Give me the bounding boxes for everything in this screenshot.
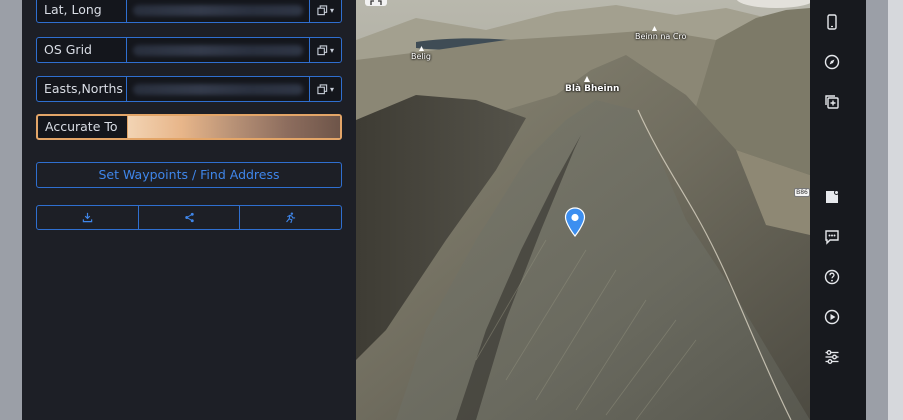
road-number-badge: B86: [794, 188, 810, 197]
map-label-beinn-na-cro: Beinn na Cro: [635, 32, 687, 41]
share-icon: [184, 212, 194, 223]
running-figure-icon: [286, 212, 296, 223]
peak-marker-icon: [584, 76, 590, 82]
scroll-track[interactable]: [888, 0, 903, 420]
feedback-button[interactable]: [822, 227, 842, 247]
app-window: Lat, Long ▾ OS Grid ▾ Easts,Norths ▾ Acc…: [0, 0, 903, 420]
feedback-icon: [825, 230, 839, 245]
peak-marker-icon: [419, 46, 424, 51]
os-grid-row: OS Grid ▾: [36, 37, 342, 63]
download-button[interactable]: [37, 206, 138, 229]
note-icon: [826, 190, 839, 203]
lat-long-row: Lat, Long ▾: [36, 0, 342, 23]
peak-marker-icon: [652, 26, 657, 31]
settings-sliders-icon: [825, 350, 839, 364]
device-view-button[interactable]: [822, 12, 842, 32]
compass-button[interactable]: [822, 52, 842, 72]
map-toolbar: [810, 0, 866, 420]
location-pin-icon[interactable]: [564, 207, 586, 237]
set-waypoints-button[interactable]: Set Waypoints / Find Address: [36, 162, 342, 188]
download-icon: [82, 212, 93, 223]
fullscreen-toggle[interactable]: [365, 0, 387, 6]
accurate-to-row: Accurate To: [36, 114, 342, 140]
accurate-to-value: [128, 116, 340, 138]
right-gutter: [866, 0, 903, 420]
help-button[interactable]: [822, 267, 842, 287]
os-grid-value[interactable]: [127, 38, 309, 62]
activity-button[interactable]: [239, 206, 341, 229]
os-grid-copy-dropdown[interactable]: ▾: [309, 38, 341, 62]
lat-long-copy-dropdown[interactable]: ▾: [309, 0, 341, 22]
expand-icon: [370, 0, 382, 5]
easts-norths-row: Easts,Norths ▾: [36, 76, 342, 102]
copy-icon: [317, 44, 328, 55]
settings-button[interactable]: [822, 347, 842, 367]
help-icon: [824, 269, 840, 285]
lat-long-value[interactable]: [127, 0, 309, 22]
location-panel: Lat, Long ▾ OS Grid ▾ Easts,Norths ▾ Acc…: [22, 0, 356, 420]
lat-long-label: Lat, Long: [37, 0, 127, 22]
map-label-belig: Belig: [411, 52, 431, 61]
accurate-to-label: Accurate To: [38, 116, 128, 138]
map-label-bla-bheinn: Blà Bheinn: [565, 84, 620, 94]
caret-down-icon: ▾: [329, 5, 334, 15]
compass-icon: [824, 54, 840, 70]
copy-icon: [317, 83, 328, 94]
caret-down-icon: ▾: [329, 84, 334, 94]
notes-button[interactable]: [822, 187, 842, 207]
action-button-group: [36, 205, 342, 230]
add-layer-icon: [825, 95, 839, 109]
play-button[interactable]: [822, 307, 842, 327]
easts-norths-value[interactable]: [127, 77, 309, 101]
redacted-value: [133, 84, 303, 95]
redacted-value: [133, 5, 303, 16]
copy-icon: [317, 4, 328, 15]
play-icon: [824, 309, 840, 325]
add-layer-button[interactable]: [822, 92, 842, 112]
easts-norths-label: Easts,Norths: [37, 77, 127, 101]
phone-icon: [827, 14, 837, 30]
redacted-value: [133, 45, 303, 56]
left-gutter: [0, 0, 22, 420]
easts-norths-copy-dropdown[interactable]: ▾: [309, 77, 341, 101]
terrain-map-view[interactable]: Belig Beinn na Cro Blà Bheinn B86: [356, 0, 810, 420]
share-button[interactable]: [137, 206, 240, 229]
os-grid-label: OS Grid: [37, 38, 127, 62]
caret-down-icon: ▾: [329, 45, 334, 55]
